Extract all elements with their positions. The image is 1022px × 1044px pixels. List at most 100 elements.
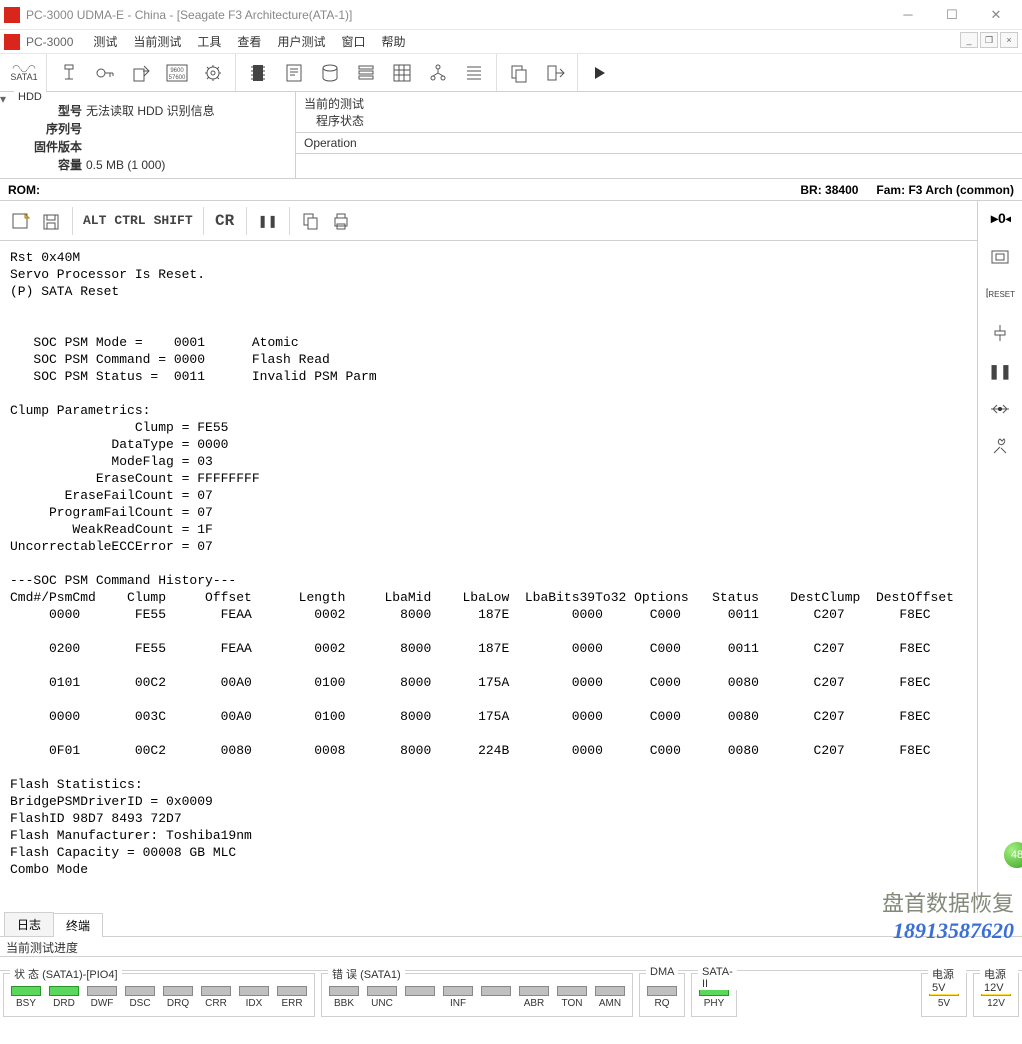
tool-chip-button[interactable] xyxy=(240,56,276,90)
side-chip-button[interactable] xyxy=(985,245,1015,269)
menu-tools[interactable]: 工具 xyxy=(189,31,229,52)
side-tools-button[interactable] xyxy=(985,435,1015,459)
led-label: 5V xyxy=(926,998,962,1009)
fam-label: Fam: xyxy=(876,183,905,197)
tab-log[interactable]: 日志 xyxy=(4,912,54,936)
tool-gear-button[interactable] xyxy=(195,56,231,90)
br-value: 38400 xyxy=(825,183,858,197)
status-group-error: 错 误 (SATA1) BBKUNCINFABRTONAMN xyxy=(321,973,633,1017)
term-print-button[interactable] xyxy=(326,206,356,236)
serial-label: 序列号 xyxy=(20,120,82,138)
side-connector-button[interactable] xyxy=(985,321,1015,345)
collapse-icon[interactable]: ▾ xyxy=(0,92,12,104)
tool-list-button[interactable] xyxy=(456,56,492,90)
minimize-button[interactable]: ─ xyxy=(886,0,930,30)
led-crr: CRR xyxy=(198,986,234,1014)
model-value: 无法读取 HDD 识别信息 xyxy=(86,104,215,118)
term-copy-button[interactable] xyxy=(296,206,326,236)
led-label: ERR xyxy=(274,998,310,1009)
led-indicator xyxy=(557,986,587,996)
led-amn: AMN xyxy=(592,986,628,1014)
sata-icon: ◠◡◠SATA1 xyxy=(10,64,37,82)
led-indicator xyxy=(277,986,307,996)
term-new-button[interactable] xyxy=(6,206,36,236)
tool-database-button[interactable] xyxy=(312,56,348,90)
led-dsc: DSC xyxy=(122,986,158,1014)
menu-help[interactable]: 帮助 xyxy=(373,31,413,52)
tool-utility-button[interactable] xyxy=(51,56,87,90)
tool-export-button[interactable] xyxy=(123,56,159,90)
menu-test[interactable]: 测试 xyxy=(85,31,125,52)
tool-report-button[interactable] xyxy=(276,56,312,90)
side-power-button[interactable]: ▸0◂ xyxy=(985,207,1015,231)
mdi-restore-button[interactable]: ❐ xyxy=(980,32,998,48)
info-row: ▾ HDD 型号无法读取 HDD 识别信息 序列号 固件版本 容量0.5 MB … xyxy=(0,92,1022,179)
led-indicator xyxy=(201,986,231,996)
led-indicator xyxy=(519,986,549,996)
led-indicator xyxy=(125,986,155,996)
side-reset-button[interactable]: 0000RESET xyxy=(985,283,1015,307)
side-pause-button[interactable]: ❚❚ xyxy=(985,359,1015,383)
tool-counter-button[interactable]: 960057600 xyxy=(159,56,195,90)
term-ctrl-button[interactable]: CTRL xyxy=(110,206,149,236)
maximize-button[interactable]: ☐ xyxy=(930,0,974,30)
hdd-panel: ▾ HDD 型号无法读取 HDD 识别信息 序列号 固件版本 容量0.5 MB … xyxy=(0,92,296,178)
term-save-button[interactable] xyxy=(36,206,66,236)
led-label: RQ xyxy=(644,998,680,1009)
progress-bar xyxy=(0,957,1022,971)
led-dwf: DWF xyxy=(84,986,120,1014)
menu-user-test[interactable]: 用户测试 xyxy=(269,31,333,52)
mdi-minimize-button[interactable]: _ xyxy=(960,32,978,48)
led-phy: PHY xyxy=(696,986,732,1014)
led-indicator xyxy=(163,986,193,996)
tool-tree-button[interactable] xyxy=(420,56,456,90)
menu-view[interactable]: 查看 xyxy=(229,31,269,52)
terminal-toolbar: ALT CTRL SHIFT CR ❚❚ xyxy=(0,201,977,241)
led-label: DWF xyxy=(84,998,120,1009)
led-bsy: BSY xyxy=(8,986,44,1014)
led-label: AMN xyxy=(592,998,628,1009)
led-indicator xyxy=(49,986,79,996)
operation-label: Operation xyxy=(296,133,1022,154)
rom-label: ROM: xyxy=(8,183,40,197)
close-button[interactable]: ✕ xyxy=(974,0,1018,30)
led-indicator xyxy=(239,986,269,996)
menu-window[interactable]: 窗口 xyxy=(333,31,373,52)
led-label: INF xyxy=(440,998,476,1009)
svg-text:57600: 57600 xyxy=(169,75,186,81)
status-group-5v: 电源 5V 5V xyxy=(921,973,967,1017)
status-group-state: 状 态 (SATA1)-[PIO4] BSYDRDDWFDSCDRQCRRIDX… xyxy=(3,973,315,1017)
main-content: ALT CTRL SHIFT CR ❚❚ Rst 0x40M Servo Pro… xyxy=(0,201,1022,913)
progress-label: 当前测试进度 xyxy=(0,937,1022,957)
side-settings-button[interactable] xyxy=(985,397,1015,421)
led-rq: RQ xyxy=(644,986,680,1014)
mdi-close-button[interactable]: × xyxy=(1000,32,1018,48)
led-indicator xyxy=(87,986,117,996)
led-indicator xyxy=(11,986,41,996)
tool-grid-button[interactable] xyxy=(384,56,420,90)
rom-bar: ROM: BR: 38400 Fam: F3 Arch (common) xyxy=(0,179,1022,201)
term-alt-button[interactable]: ALT xyxy=(79,206,110,236)
status-error-label: 错 误 (SATA1) xyxy=(328,966,405,982)
tool-copy-button[interactable] xyxy=(501,56,537,90)
main-toolbar: ◠◡◠SATA1 960057600 xyxy=(0,54,1022,92)
status-5v-label: 电源 5V xyxy=(928,966,966,994)
term-cr-button[interactable]: CR xyxy=(210,206,240,236)
term-pause-button[interactable]: ❚❚ xyxy=(253,206,283,236)
tool-exit-button[interactable] xyxy=(537,56,573,90)
tool-key-button[interactable] xyxy=(87,56,123,90)
menu-current-test[interactable]: 当前测试 xyxy=(125,31,189,52)
tool-stack-button[interactable] xyxy=(348,56,384,90)
term-shift-button[interactable]: SHIFT xyxy=(150,206,197,236)
terminal-output[interactable]: Rst 0x40M Servo Processor Is Reset. (P) … xyxy=(0,241,977,913)
tool-play-button[interactable] xyxy=(582,56,618,90)
led-abr: ABR xyxy=(516,986,552,1014)
tab-terminal[interactable]: 终端 xyxy=(53,913,103,937)
hdd-panel-title: HDD xyxy=(14,91,46,103)
br-label: BR: xyxy=(800,183,821,197)
app-name: PC-3000 xyxy=(26,35,73,49)
sata-port-button[interactable]: ◠◡◠SATA1 xyxy=(6,56,42,90)
terminal-wrapper: ALT CTRL SHIFT CR ❚❚ Rst 0x40M Servo Pro… xyxy=(0,201,978,913)
status-group-sata2: SATA-II PHY xyxy=(691,973,737,1017)
led-err: ERR xyxy=(274,986,310,1014)
